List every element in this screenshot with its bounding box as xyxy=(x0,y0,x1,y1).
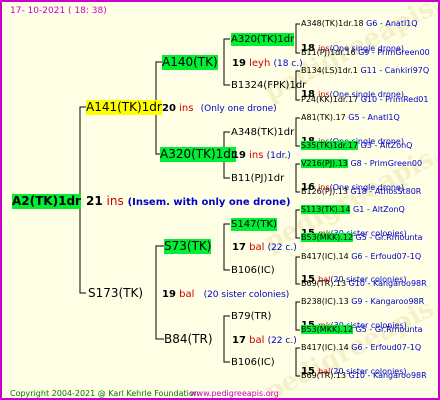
connector-line xyxy=(295,39,300,54)
gen4-queen[interactable]: B126(PJ).13 G18 - AthosSt80R xyxy=(301,186,421,197)
gen4-queen[interactable]: A81(TK).17 G5 - Anatl1Q xyxy=(301,112,400,123)
connector-line xyxy=(295,163,300,178)
gen4-queen[interactable]: B417(IC).14 G6 - Erfoud07-1Q xyxy=(301,342,421,353)
connector-line xyxy=(295,362,300,377)
connector-line xyxy=(79,201,86,294)
gen2-queen-info: 19 ins (1dr.) xyxy=(232,150,291,161)
gen3-queen[interactable]: S147(TK) xyxy=(231,218,277,231)
gen2-queen[interactable]: B84(TR) xyxy=(164,332,213,347)
gen4-queen[interactable]: B238(IC).13 G9 - Kangaroo98R xyxy=(301,296,424,307)
gen4-queen[interactable]: S35(TK)1dr.17 G3 - AltZonQ xyxy=(301,140,412,151)
connector-line xyxy=(223,315,230,339)
gen3-queen[interactable]: B11(PJ)1dr xyxy=(231,172,284,185)
connector-line xyxy=(295,270,300,285)
gen1-queen-info: 19 bal (20 sister colonies) xyxy=(162,289,290,300)
gen2-queen[interactable]: A320(TK)1dr xyxy=(160,147,236,162)
connector-line xyxy=(295,132,300,147)
website-link[interactable]: www.pedigreeapis.org xyxy=(190,387,279,398)
connector-line xyxy=(295,178,300,193)
gen3-queen[interactable]: A320(TK)1dr xyxy=(231,33,295,46)
description: (Insem. with only one drone) xyxy=(127,197,291,208)
connector-line xyxy=(223,62,230,86)
gen4-queen[interactable]: P24(KK)1dr.17 G10 - PrimRed01 xyxy=(301,94,428,105)
gen2-queen[interactable]: S73(TK) xyxy=(164,239,212,254)
connector-line xyxy=(295,301,300,316)
connector-line xyxy=(295,23,300,39)
gen4-queen[interactable]: B53(MKK).12 G5 - Gr.Rmounta xyxy=(301,232,423,243)
copyright-text: Copyright 2004-2021 @ Karl Kehrle Founda… xyxy=(10,389,199,398)
connector-line xyxy=(223,246,230,271)
gen4-queen[interactable]: B69(TR).13 G10 - Kangaroo98R xyxy=(301,278,427,289)
gen2-queen-info: 17 bal (22 c.) xyxy=(232,242,297,253)
gen4-queen[interactable]: A348(TK)1dr.18 G6 - Anatl1Q xyxy=(301,18,418,29)
timestamp: 17- 10-2021 ( 18: 38) xyxy=(10,6,107,16)
gen2-queen-info: 17 bal (22 c.) xyxy=(232,335,297,346)
root-queen[interactable]: A2(TK)1dr xyxy=(12,194,81,209)
connector-line xyxy=(223,339,230,363)
gen3-queen[interactable]: B1324(FPK)1dr xyxy=(231,79,306,92)
connector-line xyxy=(295,316,300,331)
gen1-queen[interactable]: A141(TK)1dr xyxy=(86,100,162,115)
connector-line xyxy=(295,117,300,132)
gen4-queen[interactable]: B134(LS)1dr.1 G11 - Cankiri97Q xyxy=(301,65,429,76)
gen4-queen[interactable]: B53(MKK).12 G5 - Gr.Rmounta xyxy=(301,324,423,335)
connector-line xyxy=(223,38,230,62)
connector-line xyxy=(155,245,164,293)
gen1-queen[interactable]: S173(TK) xyxy=(88,286,143,301)
unit: ins xyxy=(106,194,124,208)
gen4-queen[interactable]: B11(PJ)1dr.16 G9 - PrimGreen00 xyxy=(301,47,430,58)
connector-line xyxy=(295,224,300,239)
connector-line xyxy=(295,256,300,270)
gen3-queen[interactable]: A348(TK)1dr xyxy=(231,126,294,139)
connector-line xyxy=(295,347,300,362)
gen4-queen[interactable]: V216(PJ).13 G8 - PrimGreen00 xyxy=(301,158,422,169)
gen4-queen[interactable]: B69(TR).13 G10 - Kangaroo98R xyxy=(301,370,427,381)
gen4-queen[interactable]: S113(TK).14 G1 - AltZonQ xyxy=(301,204,405,215)
gen3-queen[interactable]: B106(IC) xyxy=(231,264,275,277)
count: 21 xyxy=(86,194,103,208)
gen3-queen[interactable]: B106(IC) xyxy=(231,356,275,369)
gen4-queen[interactable]: B417(IC).14 G6 - Erfoud07-1Q xyxy=(301,251,421,262)
gen3-queen[interactable]: B79(TR) xyxy=(231,310,271,323)
pedigree-frame: pedigreeapis.org pedigreeapis.org pedigr… xyxy=(0,0,440,400)
gen2-queen[interactable]: A140(TK) xyxy=(162,55,218,70)
connector-line xyxy=(79,106,86,201)
gen2-queen-info: 19 leyh (18 c.) xyxy=(232,58,303,69)
root-queen-info: 21 ins (Insem. with only one drone) xyxy=(86,195,291,209)
connector-line xyxy=(295,209,300,224)
connector-line xyxy=(223,223,230,246)
gen1-queen-info: 20 ins (Only one drone) xyxy=(162,103,277,114)
